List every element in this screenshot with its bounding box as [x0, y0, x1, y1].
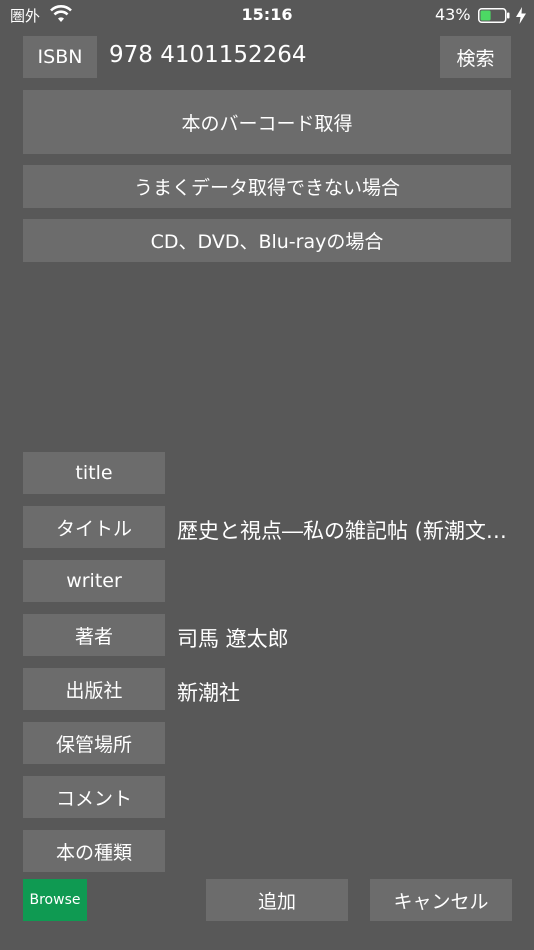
title-label: title	[23, 452, 165, 494]
author-label: 著者	[23, 614, 165, 656]
author-value: 司馬 遼太郎	[177, 627, 289, 651]
browse-button[interactable]: Browse	[23, 879, 87, 921]
publisher-label: 出版社	[23, 668, 165, 710]
battery-percent: 43%	[435, 5, 471, 24]
status-bar: 圏外 15:16 43%	[0, 0, 534, 30]
writer-label: writer	[23, 560, 165, 602]
comment-label: コメント	[23, 776, 165, 818]
publisher-value: 新潮社	[177, 681, 240, 705]
media-button[interactable]: CD、DVD、Blu-rayの場合	[23, 219, 511, 262]
battery-icon	[478, 8, 510, 23]
location-label: 保管場所	[23, 722, 165, 764]
charging-bolt-icon	[516, 7, 526, 24]
barcode-scan-button[interactable]: 本のバーコード取得	[23, 90, 511, 154]
jtitle-value: 歴史と視点―私の雑記帖 (新潮文庫)	[177, 519, 512, 543]
book-type-label: 本の種類	[23, 830, 165, 872]
cancel-button[interactable]: キャンセル	[370, 879, 512, 921]
add-button[interactable]: 追加	[206, 879, 348, 921]
isbn-value[interactable]: 978 4101152264	[109, 42, 429, 68]
isbn-label: ISBN	[23, 36, 97, 78]
battery-fill	[480, 10, 491, 21]
data-fallback-button[interactable]: うまくデータ取得できない場合	[23, 165, 511, 208]
search-button[interactable]: 検索	[440, 36, 511, 78]
jtitle-label: タイトル	[23, 506, 165, 548]
